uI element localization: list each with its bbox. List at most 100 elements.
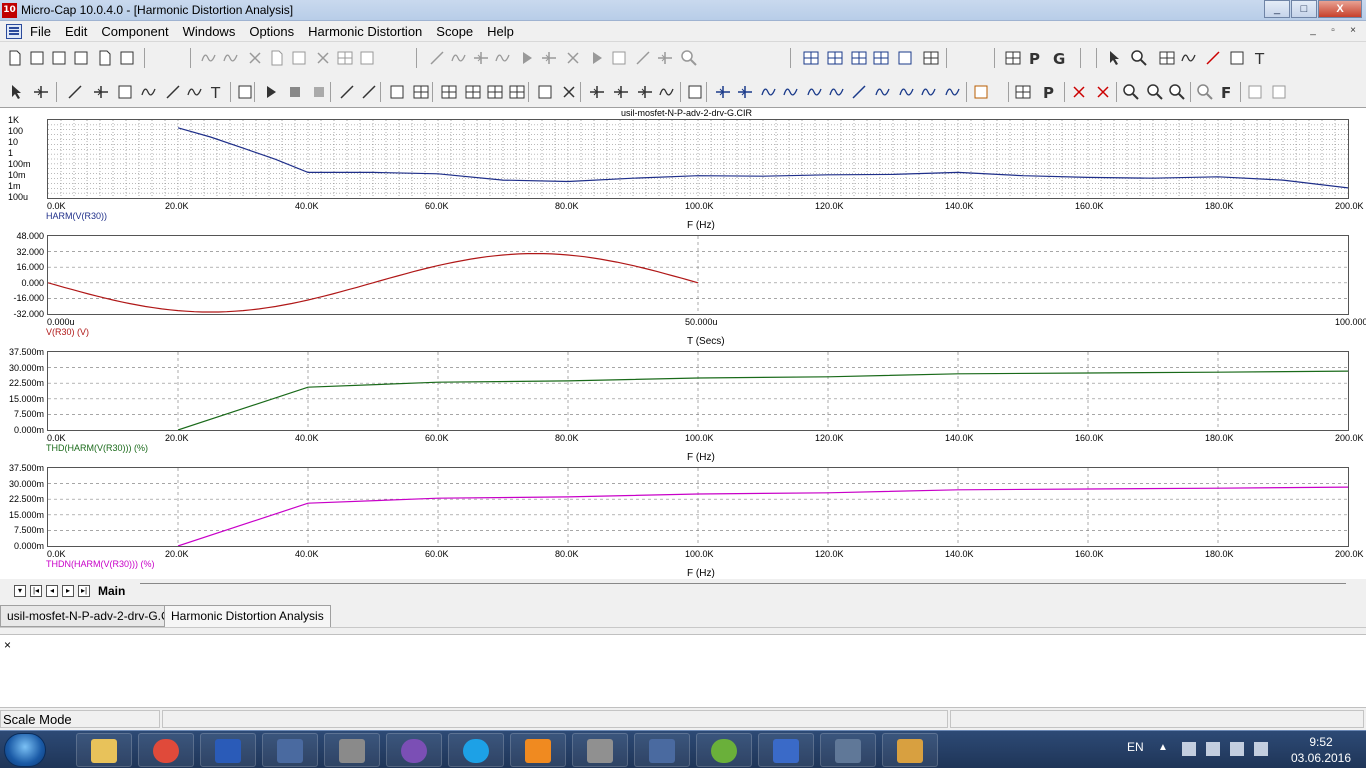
taskbar-calculator[interactable] bbox=[324, 733, 380, 767]
minimize-button[interactable]: _ bbox=[1264, 0, 1290, 18]
diode-icon[interactable] bbox=[518, 49, 536, 67]
probe-icon[interactable] bbox=[680, 49, 698, 67]
point-icon[interactable] bbox=[944, 83, 962, 101]
valley-icon[interactable] bbox=[782, 83, 800, 101]
paste-graph-icon[interactable] bbox=[1270, 83, 1288, 101]
split-icon[interactable] bbox=[486, 83, 504, 101]
taskbar-chrome[interactable] bbox=[138, 733, 194, 767]
taskbar-tool[interactable] bbox=[572, 733, 628, 767]
taskbar-skype[interactable] bbox=[448, 733, 504, 767]
box-tool-icon[interactable] bbox=[388, 83, 406, 101]
pin-icon[interactable] bbox=[1204, 49, 1222, 67]
delete-icon[interactable] bbox=[314, 49, 332, 67]
taskbar-viber[interactable] bbox=[386, 733, 442, 767]
menu-edit[interactable]: Edit bbox=[65, 24, 87, 39]
taskbar-window2[interactable] bbox=[820, 733, 876, 767]
close-button[interactable]: X bbox=[1318, 0, 1362, 18]
tile-horizontal-icon[interactable] bbox=[850, 49, 868, 67]
plot-frame-4[interactable] bbox=[47, 467, 1349, 547]
taskbar-network[interactable] bbox=[262, 733, 318, 767]
settings-icon[interactable] bbox=[1196, 83, 1214, 101]
cursor-low-icon[interactable] bbox=[658, 83, 676, 101]
clock-date[interactable]: 03.06.2016 bbox=[1288, 751, 1354, 765]
zoom-fit-icon[interactable] bbox=[1168, 83, 1186, 101]
arrange-icon[interactable] bbox=[872, 49, 890, 67]
print-preview-icon[interactable] bbox=[96, 49, 114, 67]
line-tool-icon[interactable] bbox=[338, 83, 356, 101]
split2-icon[interactable] bbox=[508, 83, 526, 101]
palette-icon[interactable] bbox=[972, 83, 990, 101]
copy-graph-icon[interactable] bbox=[1246, 83, 1264, 101]
zoom-out-icon[interactable] bbox=[1146, 83, 1164, 101]
low-icon[interactable] bbox=[828, 83, 846, 101]
cursor-mode-a-icon[interactable] bbox=[1070, 83, 1088, 101]
cursor-high-icon[interactable] bbox=[636, 83, 654, 101]
component-mode-icon[interactable] bbox=[32, 83, 50, 101]
table-icon[interactable] bbox=[1158, 49, 1176, 67]
mdi-minimize-button[interactable]: _ bbox=[1304, 23, 1322, 39]
taskbar-mfc[interactable] bbox=[510, 733, 566, 767]
print-icon[interactable] bbox=[118, 49, 136, 67]
component-panel-icon[interactable] bbox=[1004, 49, 1022, 67]
mdi-close-button[interactable]: × bbox=[1344, 23, 1362, 39]
next-page-icon[interactable]: ▸ bbox=[62, 585, 74, 597]
tag-icon[interactable]: P bbox=[1040, 83, 1058, 102]
menu-component[interactable]: Component bbox=[101, 24, 168, 39]
node-icon[interactable] bbox=[656, 49, 674, 67]
revert-icon[interactable] bbox=[358, 49, 376, 67]
document-menu-icon[interactable] bbox=[6, 24, 22, 39]
taskbar-microcap[interactable] bbox=[200, 733, 256, 767]
plot-area[interactable]: 1K 100 10 1 100m 10m 1m 100u 0.0K 20.0K 40.0K 60.0K… bbox=[0, 107, 1366, 579]
plot-canvas-3[interactable] bbox=[48, 352, 1348, 430]
pause-icon[interactable] bbox=[310, 83, 328, 101]
copy-icon[interactable] bbox=[268, 49, 286, 67]
tile-vertical-icon[interactable] bbox=[826, 49, 844, 67]
properties-icon[interactable] bbox=[236, 83, 254, 101]
tab-circuit-file[interactable]: usil-mosfet-N-P-adv-2-drv-G.CIR bbox=[0, 605, 189, 627]
clear-icon[interactable] bbox=[336, 49, 354, 67]
capacitor-icon[interactable] bbox=[472, 49, 490, 67]
probe-tool-icon[interactable] bbox=[1106, 49, 1124, 67]
clock-time[interactable]: 9:52 bbox=[1296, 735, 1346, 749]
font-icon[interactable]: F bbox=[1218, 83, 1236, 102]
volume-tray-icon[interactable] bbox=[1254, 742, 1268, 756]
plot-frame-1[interactable] bbox=[47, 119, 1349, 199]
column-icon[interactable] bbox=[440, 83, 458, 101]
model-icon[interactable] bbox=[1228, 49, 1246, 67]
ground-icon[interactable] bbox=[428, 49, 446, 67]
cursor-right-icon[interactable] bbox=[736, 83, 754, 101]
flag-tray-icon[interactable] bbox=[1206, 742, 1220, 756]
slope-icon[interactable] bbox=[850, 83, 868, 101]
show-hidden-icons[interactable]: ▲ bbox=[1158, 742, 1172, 756]
bus-mode-icon[interactable] bbox=[92, 83, 110, 101]
cascade-icon[interactable] bbox=[802, 49, 820, 67]
axis-icon[interactable] bbox=[536, 83, 554, 101]
high-icon[interactable] bbox=[806, 83, 824, 101]
network-tray-icon[interactable] bbox=[1182, 742, 1196, 756]
menu-windows[interactable]: Windows bbox=[183, 24, 236, 39]
curve-icon[interactable] bbox=[686, 83, 704, 101]
global-low-icon[interactable] bbox=[920, 83, 938, 101]
row-icon[interactable] bbox=[464, 83, 482, 101]
transistor-icon[interactable] bbox=[564, 49, 582, 67]
taskbar-microcap10[interactable] bbox=[758, 733, 814, 767]
zoom-in-icon[interactable] bbox=[1122, 83, 1140, 101]
cursor-valley-icon[interactable] bbox=[612, 83, 630, 101]
vd-icon[interactable]: T bbox=[1252, 49, 1270, 68]
first-page-icon[interactable]: |◂ bbox=[30, 585, 42, 597]
wire-mode-icon[interactable] bbox=[66, 83, 84, 101]
window-icon[interactable] bbox=[896, 49, 914, 67]
wire-icon[interactable] bbox=[634, 49, 652, 67]
undo-icon[interactable] bbox=[200, 49, 218, 67]
menu-harmonic-distortion[interactable]: Harmonic Distortion bbox=[308, 24, 422, 39]
menu-options[interactable]: Options bbox=[249, 24, 294, 39]
scope-icon[interactable] bbox=[1130, 49, 1148, 67]
info-mode-icon[interactable] bbox=[186, 83, 204, 101]
calculator-icon[interactable] bbox=[922, 49, 940, 67]
grid-tool-icon[interactable] bbox=[412, 83, 430, 101]
language-indicator[interactable]: EN bbox=[1127, 740, 1144, 754]
cursor-mode-b-icon[interactable] bbox=[1094, 83, 1112, 101]
close-output-button[interactable]: × bbox=[4, 638, 11, 652]
pin-mode-icon[interactable] bbox=[116, 83, 134, 101]
last-page-icon[interactable]: ▸| bbox=[78, 585, 90, 597]
